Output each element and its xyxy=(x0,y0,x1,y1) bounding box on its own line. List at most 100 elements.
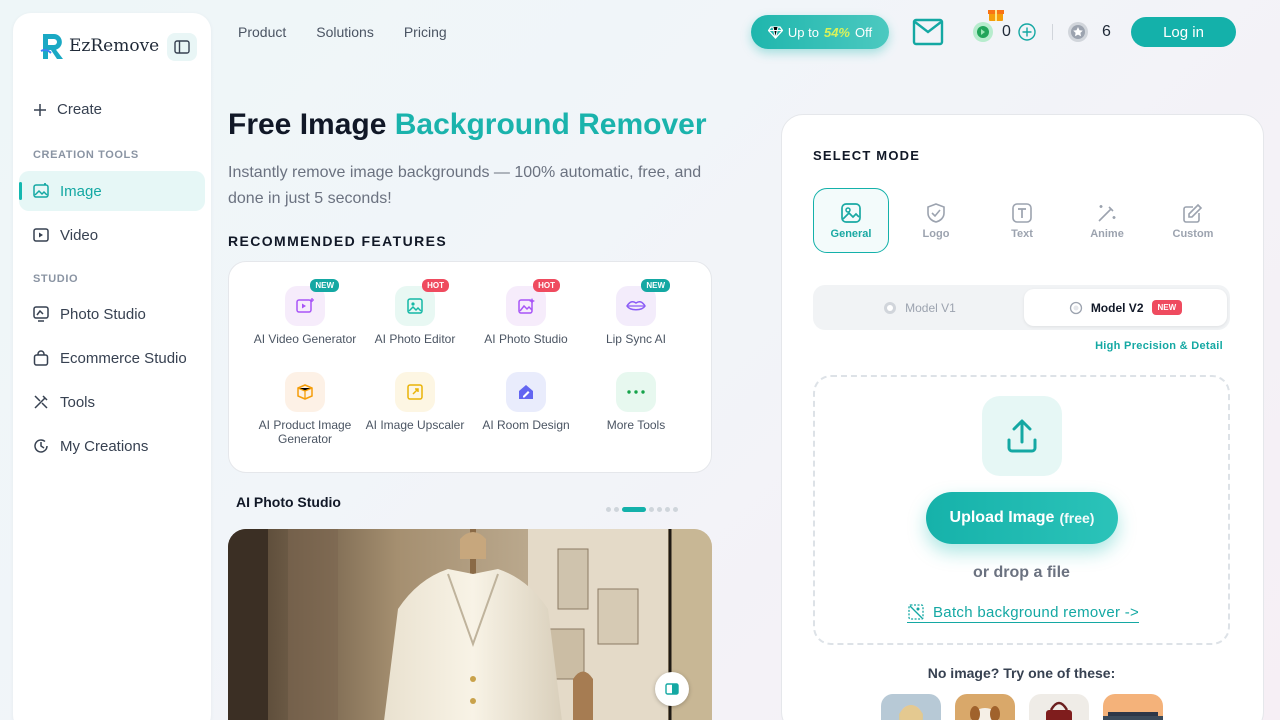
page-title: Free Image Background Remover xyxy=(228,108,707,142)
upload-icon-tile[interactable] xyxy=(982,396,1062,476)
feature-label: AI Photo Studio xyxy=(484,332,568,346)
carousel-dot[interactable] xyxy=(614,507,619,512)
feature-ai-photo-studio[interactable]: HOT AI Photo Studio xyxy=(471,279,581,346)
lips-icon: NEW xyxy=(616,279,670,326)
select-mode-heading: SELECT MODE xyxy=(813,148,921,163)
mode-logo[interactable]: Logo xyxy=(898,188,974,253)
carousel-dot[interactable] xyxy=(665,507,670,512)
mode-custom[interactable]: Custom xyxy=(1155,188,1231,253)
feature-ai-image-upscaler[interactable]: AI Image Upscaler xyxy=(360,372,470,432)
batch-image-icon xyxy=(908,604,924,620)
carousel-dot[interactable] xyxy=(673,507,678,512)
coin-icon xyxy=(970,10,1004,44)
sidebar-item-image[interactable]: Image xyxy=(19,171,205,211)
feature-label: More Tools xyxy=(606,418,666,432)
feature-ai-product-image-generator[interactable]: AI Product Image Generator xyxy=(250,372,360,446)
model-v1-option[interactable]: Model V1 xyxy=(817,289,1022,326)
mode-anime[interactable]: Anime xyxy=(1069,188,1145,253)
tools-icon xyxy=(34,395,48,409)
upscale-icon xyxy=(395,372,435,412)
badge-new: NEW xyxy=(641,279,670,292)
feature-lip-sync-ai[interactable]: NEW Lip Sync AI xyxy=(581,279,691,346)
feature-more-tools[interactable]: More Tools xyxy=(581,372,691,432)
discount-promo-button[interactable]: Up to 54% Off xyxy=(751,15,889,49)
brand-logo[interactable]: EzRemove xyxy=(39,31,159,61)
star-count: 6 xyxy=(1102,23,1111,40)
title-accent: Background Remover xyxy=(394,108,707,141)
recommended-features-heading: RECOMMENDED FEATURES xyxy=(228,233,448,249)
sidebar-item-label: Ecommerce Studio xyxy=(60,349,187,367)
video-icon xyxy=(33,228,49,242)
nav-link-pricing[interactable]: Pricing xyxy=(404,24,447,40)
model-v1-icon xyxy=(884,301,897,314)
section-label-studio: STUDIO xyxy=(33,273,79,285)
badge-hot: HOT xyxy=(533,279,560,292)
star-coin-icon xyxy=(1068,22,1088,42)
batch-remover-link[interactable]: Batch background remover -> xyxy=(907,603,1140,623)
badge-hot: HOT xyxy=(422,279,449,292)
carousel-pagination[interactable] xyxy=(606,507,678,512)
sample-image-landscape[interactable] xyxy=(1103,694,1163,720)
sidebar-item-label: My Creations xyxy=(60,437,149,455)
gift-icon xyxy=(988,10,1004,21)
shield-check-icon xyxy=(927,202,945,223)
coin-balance: 0 xyxy=(970,10,1037,44)
promo-prefix: Up to xyxy=(787,24,819,40)
nav-link-solutions[interactable]: Solutions xyxy=(316,24,374,40)
feature-label: AI Room Design xyxy=(482,418,570,432)
shopping-bag-icon xyxy=(33,350,49,366)
header-divider xyxy=(1052,24,1053,40)
mannequin-jacket-photo xyxy=(228,529,712,720)
sample-images-heading: No image? Try one of these: xyxy=(927,665,1116,681)
compare-icon xyxy=(665,683,679,695)
carousel-dot[interactable] xyxy=(649,507,654,512)
mode-text[interactable]: Text xyxy=(984,188,1060,253)
create-button[interactable]: Create xyxy=(33,101,102,118)
feature-label: Lip Sync AI xyxy=(605,332,667,346)
nav-link-product[interactable]: Product xyxy=(238,24,286,40)
batch-label: Batch background remover -> xyxy=(933,603,1140,621)
mail-button[interactable] xyxy=(912,17,944,52)
before-after-toggle[interactable] xyxy=(655,672,689,706)
carousel-dot-active[interactable] xyxy=(622,507,646,512)
text-icon xyxy=(1012,202,1032,223)
title-plain: Free Image xyxy=(228,108,387,141)
page-subtitle: Instantly remove image backgrounds — 100… xyxy=(228,164,702,207)
feature-ai-photo-editor[interactable]: HOT AI Photo Editor xyxy=(360,279,470,346)
sidebar-item-photo-studio[interactable]: Photo Studio xyxy=(19,294,205,334)
sample-image-woman[interactable] xyxy=(881,694,941,720)
feature-ai-video-generator[interactable]: NEW AI Video Generator xyxy=(250,279,360,346)
carousel-dot[interactable] xyxy=(606,507,611,512)
upload-image-button[interactable]: Upload Image (free) xyxy=(926,492,1118,544)
video-sparkle-icon: NEW xyxy=(285,279,339,326)
collapse-sidebar-button[interactable] xyxy=(167,33,197,61)
photo-studio-icon xyxy=(33,306,49,322)
promo-suffix: Off xyxy=(855,24,873,40)
sidebar-item-ecommerce-studio[interactable]: Ecommerce Studio xyxy=(19,338,205,378)
create-label: Create xyxy=(57,101,103,118)
login-button[interactable]: Log in xyxy=(1131,17,1236,47)
top-navigation: Product Solutions Pricing xyxy=(238,24,447,40)
sidebar-item-label: Video xyxy=(60,226,99,244)
drop-hint: or drop a file xyxy=(973,564,1070,581)
model-v2-option[interactable]: Model V2 NEW xyxy=(1024,289,1227,326)
upload-icon xyxy=(1007,419,1037,453)
feature-label: AI Product Image Generator xyxy=(258,418,352,446)
sample-image-dog[interactable] xyxy=(955,694,1015,720)
photo-studio-icon: HOT xyxy=(506,279,560,326)
upload-label: Upload Image xyxy=(949,509,1055,526)
features-card: NEW AI Video Generator HOT AI Photo Edit… xyxy=(228,261,712,473)
sample-image-handbag[interactable] xyxy=(1029,694,1089,720)
sidebar-item-my-creations[interactable]: My Creations xyxy=(19,426,205,466)
general-image-icon xyxy=(841,202,861,223)
feature-ai-room-design[interactable]: AI Room Design xyxy=(471,372,581,432)
model-v2-label: Model V2 xyxy=(1090,300,1144,315)
sidebar-item-tools[interactable]: Tools xyxy=(19,382,205,422)
add-coins-icon[interactable] xyxy=(1017,22,1037,42)
carousel-dot[interactable] xyxy=(657,507,662,512)
more-dots-icon xyxy=(616,372,656,412)
feature-label: AI Photo Editor xyxy=(374,332,456,346)
room-design-icon xyxy=(506,372,546,412)
sidebar-item-video[interactable]: Video xyxy=(19,215,205,255)
mode-general[interactable]: General xyxy=(813,188,889,253)
